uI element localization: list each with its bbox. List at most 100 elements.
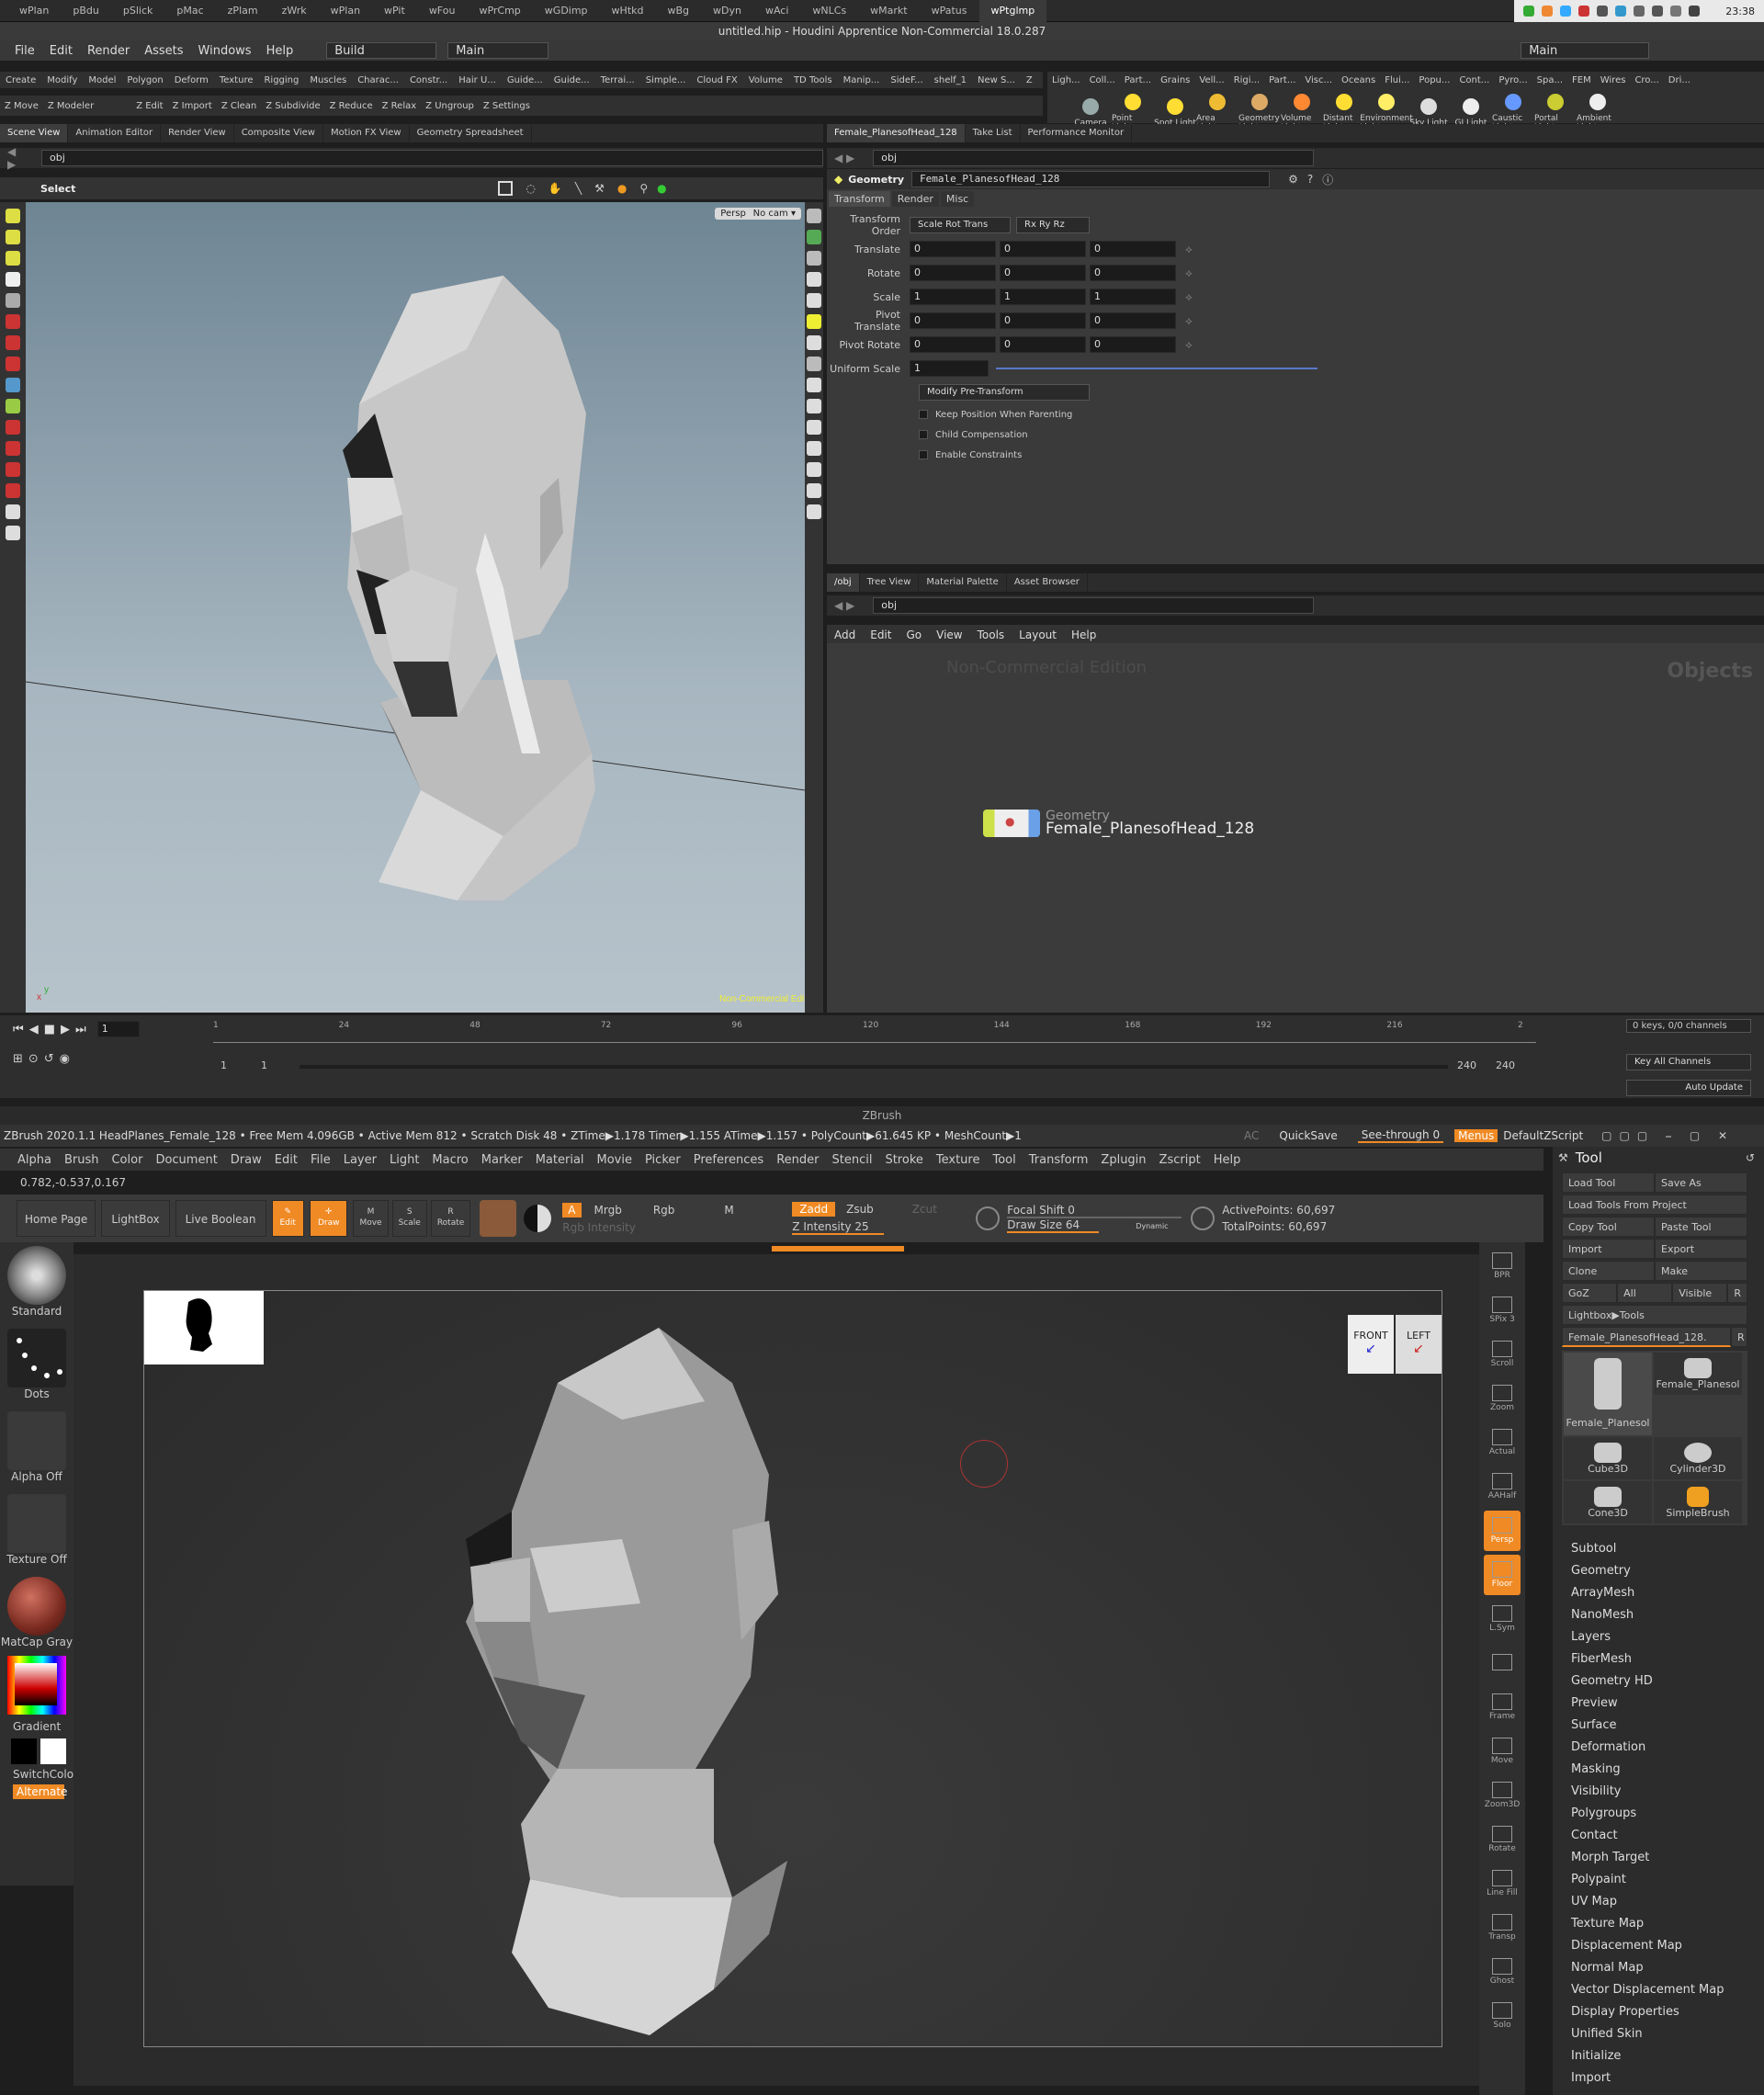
light-shelf-tab[interactable]: FEM bbox=[1567, 75, 1596, 85]
connect-icon[interactable]: ⚲ bbox=[639, 182, 648, 195]
taskbar-item[interactable]: wBg bbox=[655, 0, 701, 22]
tool-section-display-properties[interactable]: Display Properties bbox=[1553, 2001, 1764, 2023]
zb-menu-color[interactable]: Color bbox=[105, 1153, 149, 1167]
zb-right-button[interactable]: Persp bbox=[1484, 1511, 1521, 1551]
checkbox-row[interactable]: Keep Position When Parenting bbox=[919, 404, 1764, 425]
tool-section-nanomesh[interactable]: NanoMesh bbox=[1553, 1604, 1764, 1626]
param-field[interactable]: 1 bbox=[1090, 289, 1176, 305]
shelf-tab[interactable]: shelf_1 bbox=[929, 75, 972, 85]
snap-multi-icon[interactable] bbox=[6, 399, 20, 413]
light-shelf-tab[interactable]: Pyro... bbox=[1494, 75, 1532, 85]
param-field[interactable]: 0 bbox=[910, 312, 996, 329]
tab-motion-fx-view[interactable]: Motion FX View bbox=[323, 124, 410, 142]
light-shelf-tab[interactable]: Flui... bbox=[1380, 75, 1414, 85]
range-bar[interactable] bbox=[300, 1065, 1448, 1069]
path-field[interactable]: obj bbox=[873, 597, 1315, 614]
shelf-tab[interactable]: Constr... bbox=[404, 75, 453, 85]
d-icon[interactable] bbox=[1191, 1206, 1216, 1230]
material-slot[interactable]: MatCap Gray bbox=[0, 1577, 74, 1648]
tool-section-surface[interactable]: Surface bbox=[1553, 1715, 1764, 1737]
ghost-icon[interactable] bbox=[807, 357, 821, 371]
light-shelf-tab[interactable]: Grains bbox=[1156, 75, 1194, 85]
taskbar-item[interactable]: wGDimp bbox=[533, 0, 600, 22]
gear-icon[interactable]: ⚙ bbox=[1288, 173, 1298, 186]
path-field[interactable]: obj bbox=[41, 150, 823, 166]
menu-render[interactable]: Render bbox=[80, 44, 137, 58]
help-icon[interactable]: ? bbox=[1307, 173, 1313, 186]
path-field[interactable]: obj bbox=[873, 150, 1315, 166]
shelf-tab[interactable]: New S... bbox=[972, 75, 1021, 85]
zb-menu-marker[interactable]: Marker bbox=[475, 1153, 529, 1167]
edit-button[interactable]: ✎ Edit bbox=[271, 1200, 304, 1237]
menu-edit[interactable]: Edit bbox=[42, 44, 80, 58]
tool-section-preview[interactable]: Preview bbox=[1553, 1693, 1764, 1715]
shelf-tool[interactable]: Z Relax bbox=[378, 101, 422, 111]
zb-menu-help[interactable]: Help bbox=[1207, 1153, 1248, 1167]
shelf-tab[interactable]: Z bbox=[1021, 75, 1038, 85]
info-icon[interactable] bbox=[807, 483, 821, 498]
channel-icon[interactable]: ⟡ bbox=[1185, 243, 1193, 256]
checkbox-row[interactable]: Child Compensation bbox=[919, 425, 1764, 445]
network-tab[interactable]: Tree View bbox=[860, 573, 920, 592]
taskbar-item[interactable]: wAci bbox=[753, 0, 800, 22]
shelf-tool[interactable]: Z Clean bbox=[217, 101, 261, 111]
zb-menu-picker[interactable]: Picker bbox=[639, 1153, 687, 1167]
magnet3-icon[interactable] bbox=[6, 462, 20, 477]
tool-button[interactable]: Make PolyMesh3D bbox=[1655, 1261, 1747, 1297]
uniform-scale-slider[interactable] bbox=[996, 368, 1317, 369]
scene-viewport[interactable]: x y Non-Commercial Edition Persp ▾ No ca… bbox=[25, 202, 819, 1013]
uniform-scale-field[interactable]: 1 bbox=[910, 360, 989, 377]
param-field[interactable]: 0 bbox=[1000, 336, 1086, 353]
network-menu-layout[interactable]: Layout bbox=[1012, 628, 1064, 641]
display2-icon[interactable] bbox=[807, 230, 821, 244]
move-tool-icon[interactable] bbox=[6, 230, 20, 244]
tool-thumb[interactable]: Cylinder3D bbox=[1654, 1437, 1742, 1479]
zb-right-button[interactable]: Scroll bbox=[1484, 1334, 1521, 1375]
tool-section-geometry[interactable]: Geometry bbox=[1553, 1560, 1764, 1582]
tool-section-deformation[interactable]: Deformation bbox=[1553, 1737, 1764, 1759]
zb-menu-stroke[interactable]: Stroke bbox=[878, 1153, 929, 1167]
taskbar-item[interactable]: wPit bbox=[372, 0, 417, 22]
tray-icon[interactable] bbox=[1560, 6, 1572, 17]
z-intensity[interactable]: Z Intensity 25 bbox=[792, 1220, 885, 1235]
geometry-node[interactable]: ● Geometry Female_PlanesofHead_128 bbox=[983, 809, 1254, 838]
camera-icon[interactable] bbox=[6, 504, 20, 519]
mrgb-toggle[interactable]: Mrgb bbox=[594, 1204, 622, 1217]
shelf-tab[interactable]: Charac... bbox=[352, 75, 404, 85]
zb-right-button[interactable]: Rotate bbox=[1484, 1819, 1521, 1860]
snap-grid-icon[interactable] bbox=[6, 335, 20, 350]
tool-button[interactable]: Clone bbox=[1562, 1261, 1655, 1281]
zb-right-button[interactable]: BPR bbox=[1484, 1246, 1521, 1286]
draw-size[interactable]: Draw Size 64 bbox=[1007, 1218, 1100, 1233]
zb-menu-transform[interactable]: Transform bbox=[1023, 1153, 1095, 1167]
tool-section-texture-map[interactable]: Texture Map bbox=[1553, 1913, 1764, 1935]
pointer-icon[interactable] bbox=[6, 272, 20, 287]
zsub-toggle[interactable]: Zsub bbox=[846, 1203, 874, 1216]
shelf-tool[interactable]: Z Move bbox=[0, 101, 43, 111]
network-tab[interactable]: Asset Browser bbox=[1007, 573, 1088, 592]
tool-section-subtool[interactable]: Subtool bbox=[1553, 1538, 1764, 1560]
network-menu-edit[interactable]: Edit bbox=[863, 628, 899, 641]
param-field[interactable]: 0 bbox=[1000, 265, 1086, 281]
color-square[interactable] bbox=[15, 1663, 57, 1705]
tab-geometry-spreadsheet[interactable]: Geometry Spreadsheet bbox=[410, 124, 532, 142]
tool-button[interactable]: Save As bbox=[1655, 1172, 1747, 1193]
zb-right-button[interactable]: Solo bbox=[1484, 1996, 1521, 2036]
light-shelf-tab[interactable]: Wires bbox=[1596, 75, 1631, 85]
lock-icon[interactable] bbox=[807, 251, 821, 266]
light-shelf-tab[interactable]: Rigi... bbox=[1229, 75, 1264, 85]
checkbox[interactable] bbox=[919, 430, 928, 439]
tool-section-fibermesh[interactable]: FiberMesh bbox=[1553, 1648, 1764, 1670]
tool-button[interactable]: GoZ bbox=[1562, 1283, 1618, 1303]
timeline-ruler[interactable]: 1 24 48 72 96 120 144 168 192 216 2 bbox=[213, 1021, 1536, 1043]
refresh-icon[interactable]: ↺ bbox=[1746, 1151, 1755, 1164]
zb-menu-zscript[interactable]: Zscript bbox=[1153, 1153, 1207, 1167]
light-shelf-tab[interactable]: Oceans bbox=[1337, 75, 1380, 85]
tool-thumb[interactable]: Female_Planesol bbox=[1654, 1353, 1742, 1395]
light-shelf-tab[interactable]: Dri... bbox=[1664, 75, 1695, 85]
param-field[interactable]: 0 bbox=[1090, 336, 1176, 353]
dynamic-toggle[interactable]: Dynamic bbox=[1136, 1222, 1168, 1230]
magnet-icon[interactable] bbox=[6, 420, 20, 435]
zb-right-button[interactable]: Floor bbox=[1484, 1555, 1521, 1595]
taskbar-item[interactable]: wFou bbox=[417, 0, 468, 22]
